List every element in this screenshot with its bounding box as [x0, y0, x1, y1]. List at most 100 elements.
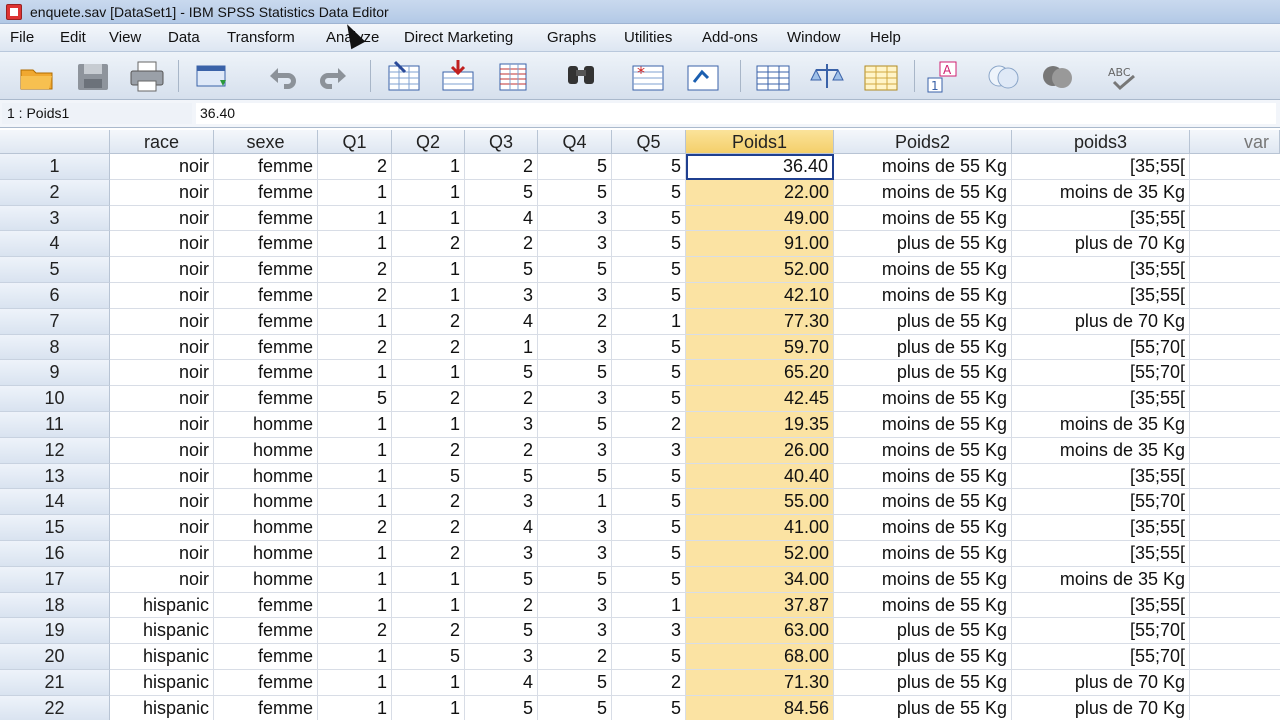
cell-var[interactable]: [1190, 360, 1280, 387]
cell-poids2[interactable]: moins de 55 Kg: [834, 205, 1012, 232]
cell-q3[interactable]: 5: [465, 566, 538, 593]
cell-sexe[interactable]: femme: [214, 231, 318, 258]
cell-poids2[interactable]: moins de 55 Kg: [834, 386, 1012, 412]
cell-q1[interactable]: 1: [318, 463, 392, 490]
cell-q5[interactable]: 3: [612, 437, 686, 464]
cell-poids3[interactable]: [35;55[: [1012, 592, 1190, 619]
cell-race[interactable]: noir: [110, 257, 214, 283]
cell-q1[interactable]: 1: [318, 695, 392, 720]
column-header-q2[interactable]: Q2: [392, 130, 465, 154]
cell-poids2[interactable]: plus de 55 Kg: [834, 334, 1012, 361]
row-header[interactable]: 3: [0, 205, 110, 232]
cell-q5[interactable]: 5: [612, 463, 686, 490]
cell-race[interactable]: noir: [110, 566, 214, 593]
cell-q3[interactable]: 2: [465, 386, 538, 412]
cell-sexe[interactable]: femme: [214, 386, 318, 412]
cell-race[interactable]: noir: [110, 541, 214, 567]
cell-var[interactable]: [1190, 515, 1280, 541]
cell-poids2[interactable]: moins de 55 Kg: [834, 179, 1012, 206]
column-header-poids3[interactable]: poids3: [1012, 130, 1190, 154]
cell-poids3[interactable]: [35;55[: [1012, 541, 1190, 567]
column-header-q5[interactable]: Q5: [612, 130, 686, 154]
cell-q5[interactable]: 5: [612, 154, 686, 180]
cell-var[interactable]: [1190, 567, 1280, 593]
cell-q4[interactable]: 1: [538, 489, 612, 516]
cell-q3[interactable]: 4: [465, 308, 538, 335]
cell-var[interactable]: [1190, 696, 1280, 720]
cell-q5[interactable]: 5: [612, 360, 686, 387]
cell-q5[interactable]: 5: [612, 386, 686, 412]
cell-q4[interactable]: 5: [538, 695, 612, 720]
column-header-poids2[interactable]: Poids2: [834, 130, 1012, 154]
cell-q2[interactable]: 2: [392, 386, 465, 412]
save-icon[interactable]: [74, 58, 112, 94]
cell-var[interactable]: [1190, 154, 1280, 180]
cell-poids3[interactable]: plus de 70 Kg: [1012, 670, 1190, 696]
cell-var[interactable]: [1190, 593, 1280, 619]
cell-q5[interactable]: 5: [612, 205, 686, 232]
cell-var[interactable]: [1190, 180, 1280, 206]
go-to-variable-icon[interactable]: [439, 58, 477, 94]
cell-var[interactable]: [1190, 231, 1280, 258]
cell-poids3[interactable]: moins de 35 Kg: [1012, 412, 1190, 438]
cell-poids2[interactable]: moins de 55 Kg: [834, 412, 1012, 438]
row-header[interactable]: 18: [0, 592, 110, 619]
cell-sexe[interactable]: homme: [214, 515, 318, 541]
cell-q5[interactable]: 5: [612, 334, 686, 361]
cell-poids3[interactable]: [35;55[: [1012, 515, 1190, 541]
variables-icon[interactable]: [494, 58, 532, 94]
cell-sexe[interactable]: femme: [214, 154, 318, 180]
cell-q1[interactable]: 1: [318, 437, 392, 464]
cell-sexe[interactable]: femme: [214, 618, 318, 645]
cell-q1[interactable]: 5: [318, 386, 392, 412]
cell-poids2[interactable]: plus de 55 Kg: [834, 231, 1012, 258]
cell-q3[interactable]: 2: [465, 437, 538, 464]
row-header[interactable]: 15: [0, 515, 110, 541]
cell-poids3[interactable]: [55;70[: [1012, 334, 1190, 361]
cell-q2[interactable]: 2: [392, 334, 465, 361]
go-to-case-icon[interactable]: [385, 58, 423, 94]
row-header[interactable]: 10: [0, 386, 110, 412]
cell-poids1[interactable]: 52.00: [686, 541, 834, 567]
cell-q4[interactable]: 5: [538, 670, 612, 696]
cell-q2[interactable]: 2: [392, 618, 465, 645]
cell-q1[interactable]: 1: [318, 231, 392, 258]
cell-sexe[interactable]: homme: [214, 566, 318, 593]
column-header-q1[interactable]: Q1: [318, 130, 392, 154]
find-icon[interactable]: [562, 58, 600, 94]
cell-q4[interactable]: 5: [538, 179, 612, 206]
row-header[interactable]: 17: [0, 566, 110, 593]
cell-q3[interactable]: 2: [465, 592, 538, 619]
cell-q1[interactable]: 1: [318, 566, 392, 593]
cell-sexe[interactable]: homme: [214, 463, 318, 490]
menu-graphs[interactable]: Graphs: [547, 29, 596, 46]
split-file-icon[interactable]: [754, 58, 792, 94]
cell-q3[interactable]: 4: [465, 205, 538, 232]
cell-q3[interactable]: 2: [465, 154, 538, 180]
cell-q5[interactable]: 5: [612, 231, 686, 258]
cell-race[interactable]: noir: [110, 515, 214, 541]
cell-q4[interactable]: 3: [538, 283, 612, 309]
menu-window[interactable]: Window: [787, 29, 840, 46]
cell-poids3[interactable]: moins de 35 Kg: [1012, 437, 1190, 464]
column-header-race[interactable]: race: [110, 130, 214, 154]
cell-poids2[interactable]: moins de 55 Kg: [834, 592, 1012, 619]
cell-q1[interactable]: 1: [318, 308, 392, 335]
cell-poids3[interactable]: [55;70[: [1012, 360, 1190, 387]
cell-q3[interactable]: 3: [465, 644, 538, 670]
spss-app-icon[interactable]: [6, 4, 22, 20]
cell-race[interactable]: noir: [110, 231, 214, 258]
cell-poids3[interactable]: [35;55[: [1012, 257, 1190, 283]
cell-var[interactable]: [1190, 670, 1280, 696]
cell-poids1[interactable]: 40.40: [686, 463, 834, 490]
row-header[interactable]: 7: [0, 308, 110, 335]
cell-race[interactable]: noir: [110, 360, 214, 387]
corner-header[interactable]: [0, 130, 110, 154]
select-cases-icon[interactable]: [862, 58, 900, 94]
menu-utilities[interactable]: Utilities: [624, 29, 672, 46]
cell-poids1[interactable]: 63.00: [686, 618, 834, 645]
row-header[interactable]: 14: [0, 489, 110, 516]
cell-q5[interactable]: 5: [612, 489, 686, 516]
insert-cases-icon[interactable]: *: [629, 58, 667, 94]
cell-q5[interactable]: 3: [612, 618, 686, 645]
